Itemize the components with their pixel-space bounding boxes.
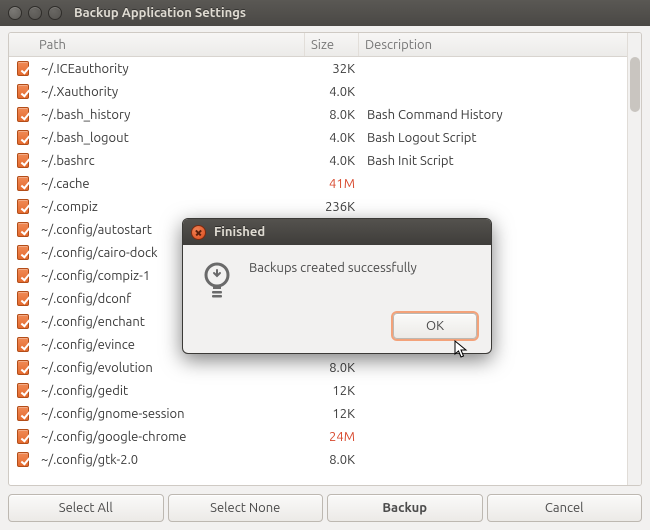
table-row[interactable]: ~/.ICEauthority32K (9, 57, 627, 80)
table-row[interactable]: ~/.bash_logout4.0KBash Logout Script (9, 126, 627, 149)
row-checkbox[interactable] (17, 176, 29, 191)
row-size: 12K (307, 407, 361, 421)
row-checkbox[interactable] (17, 130, 29, 145)
backup-button[interactable]: Backup (327, 494, 483, 522)
row-checkbox[interactable] (17, 107, 29, 122)
select-none-button[interactable]: Select None (168, 494, 324, 522)
row-path: ~/.config/evolution (35, 361, 307, 375)
row-checkbox[interactable] (17, 360, 29, 375)
row-checkbox[interactable] (17, 268, 29, 283)
table-row[interactable]: ~/.bashrc4.0KBash Init Script (9, 149, 627, 172)
row-checkbox[interactable] (17, 199, 29, 214)
row-size: 41M (307, 177, 361, 191)
col-path[interactable]: Path (33, 33, 305, 56)
table-row[interactable]: ~/.compiz236K (9, 195, 627, 218)
window-close-button[interactable] (8, 6, 22, 20)
table-row[interactable]: ~/.config/google-chrome24M (9, 425, 627, 448)
row-size: 24M (307, 430, 361, 444)
row-checkbox[interactable] (17, 245, 29, 260)
table-header: Path Size Description (9, 33, 627, 57)
row-description: Bash Init Script (361, 154, 625, 168)
col-size[interactable]: Size (305, 33, 359, 56)
row-size: 4.0K (307, 131, 361, 145)
row-size: 32K (307, 62, 361, 76)
dialog-close-button[interactable] (191, 225, 206, 240)
row-checkbox[interactable] (17, 429, 29, 444)
row-path: ~/.bash_logout (35, 131, 307, 145)
row-size: 8.0K (307, 453, 361, 467)
window-title: Backup Application Settings (74, 6, 246, 20)
row-checkbox[interactable] (17, 314, 29, 329)
scrollbar-thumb[interactable] (630, 57, 640, 112)
table-row[interactable]: ~/.config/gnome-session12K (9, 402, 627, 425)
row-checkbox[interactable] (17, 222, 29, 237)
cancel-button[interactable]: Cancel (487, 494, 643, 522)
ok-button[interactable]: OK (393, 313, 477, 339)
window-titlebar: Backup Application Settings (0, 0, 650, 26)
table-row[interactable]: ~/.Xauthority4.0K (9, 80, 627, 103)
dialog-title: Finished (214, 225, 265, 239)
window-minimize-button[interactable] (28, 6, 42, 20)
row-size: 12K (307, 384, 361, 398)
row-checkbox[interactable] (17, 337, 29, 352)
dialog-titlebar: Finished (183, 219, 491, 245)
row-description: Bash Command History (361, 108, 625, 122)
row-checkbox[interactable] (17, 291, 29, 306)
select-all-button[interactable]: Select All (8, 494, 164, 522)
row-path: ~/.Xauthority (35, 85, 307, 99)
row-path: ~/.bash_history (35, 108, 307, 122)
row-size: 4.0K (307, 85, 361, 99)
table-row[interactable]: ~/.config/gtk-2.08.0K (9, 448, 627, 471)
button-bar: Select All Select None Backup Cancel (0, 486, 650, 530)
table-row[interactable]: ~/.config/gedit12K (9, 379, 627, 402)
row-size: 8.0K (307, 361, 361, 375)
col-description[interactable]: Description (359, 33, 627, 56)
row-size: 8.0K (307, 108, 361, 122)
lightbulb-icon (199, 259, 235, 301)
row-path: ~/.config/gedit (35, 384, 307, 398)
row-path: ~/.config/gnome-session (35, 407, 307, 421)
finished-dialog: Finished Backups created successfully OK (182, 218, 492, 354)
table-row[interactable]: ~/.config/evolution8.0K (9, 356, 627, 379)
row-path: ~/.ICEauthority (35, 62, 307, 76)
window-maximize-button[interactable] (48, 6, 62, 20)
row-checkbox[interactable] (17, 406, 29, 421)
table-row[interactable]: ~/.bash_history8.0KBash Command History (9, 103, 627, 126)
row-path: ~/.compiz (35, 200, 307, 214)
row-description: Bash Logout Script (361, 131, 625, 145)
row-checkbox[interactable] (17, 153, 29, 168)
row-size: 4.0K (307, 154, 361, 168)
vertical-scrollbar[interactable] (627, 33, 641, 485)
dialog-message: Backups created successfully (249, 259, 417, 301)
row-path: ~/.cache (35, 177, 307, 191)
row-checkbox[interactable] (17, 61, 29, 76)
row-checkbox[interactable] (17, 383, 29, 398)
row-path: ~/.bashrc (35, 154, 307, 168)
row-path: ~/.config/google-chrome (35, 430, 307, 444)
table-row[interactable]: ~/.cache41M (9, 172, 627, 195)
row-checkbox[interactable] (17, 452, 29, 467)
row-checkbox[interactable] (17, 84, 29, 99)
row-size: 236K (307, 200, 361, 214)
row-path: ~/.config/gtk-2.0 (35, 453, 307, 467)
